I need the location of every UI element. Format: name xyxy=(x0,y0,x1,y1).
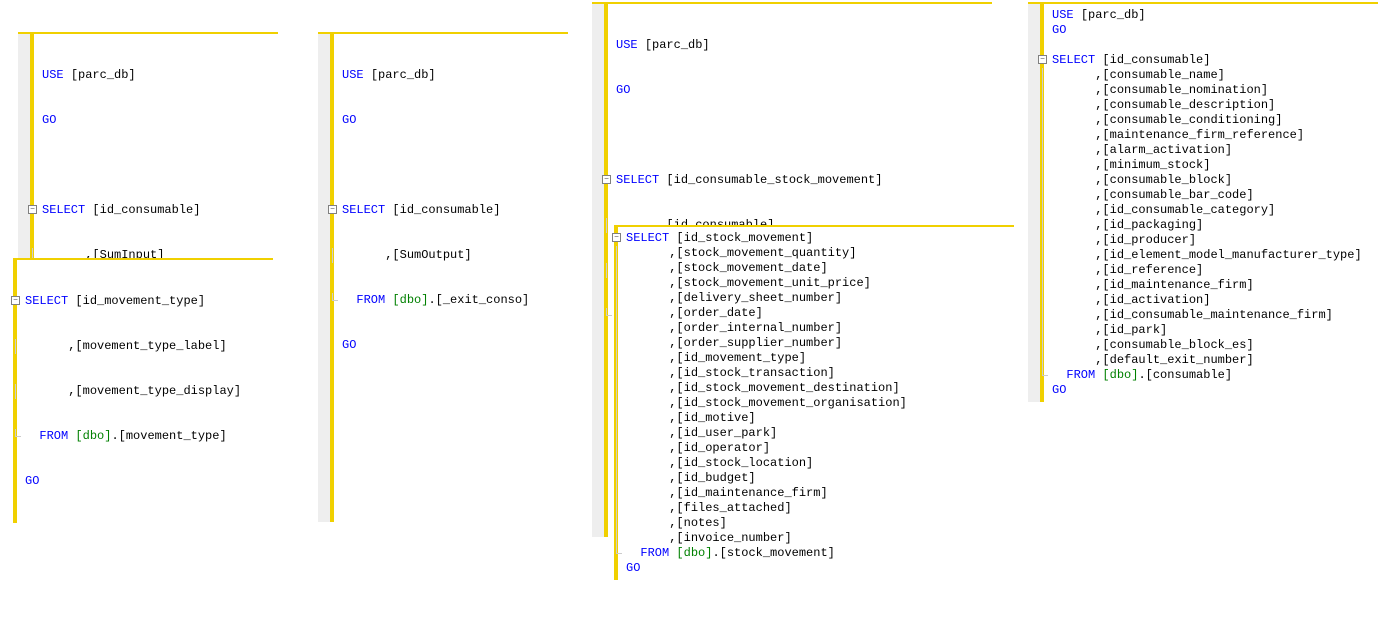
sql-code[interactable]: −SELECT [id_stock_movement] ,[stock_move… xyxy=(618,227,915,580)
fold-toggle[interactable]: − xyxy=(28,205,37,214)
fold-toggle[interactable]: − xyxy=(11,296,20,305)
sql-panel-exit-conso: USE [parc_db] GO −SELECT [id_consumable]… xyxy=(318,32,568,522)
fold-toggle[interactable]: − xyxy=(328,205,337,214)
sql-code[interactable]: USE [parc_db]GO −SELECT [id_consumable] … xyxy=(1044,4,1370,402)
fold-toggle[interactable]: − xyxy=(612,233,621,242)
sql-code[interactable]: −SELECT [id_movement_type] ,[movement_ty… xyxy=(17,260,249,523)
fold-toggle[interactable]: − xyxy=(1038,55,1047,64)
sql-panel-stock-movement: −SELECT [id_stock_movement] ,[stock_move… xyxy=(614,225,1014,580)
keyword-use: USE xyxy=(42,68,64,82)
line-number-gutter xyxy=(318,34,330,522)
sql-panel-consumable: USE [parc_db]GO −SELECT [id_consumable] … xyxy=(1028,2,1378,402)
db-name: [parc_db] xyxy=(71,68,136,82)
keyword-select: SELECT xyxy=(42,203,85,217)
col: [id_consumable] xyxy=(92,203,200,217)
line-number-gutter xyxy=(592,4,604,537)
fold-toggle[interactable]: − xyxy=(602,175,611,184)
sql-panel-movement-type: −SELECT [id_movement_type] ,[movement_ty… xyxy=(13,258,273,523)
keyword-go: GO xyxy=(42,113,56,127)
sql-code[interactable]: USE [parc_db] GO −SELECT [id_consumable]… xyxy=(334,34,537,522)
